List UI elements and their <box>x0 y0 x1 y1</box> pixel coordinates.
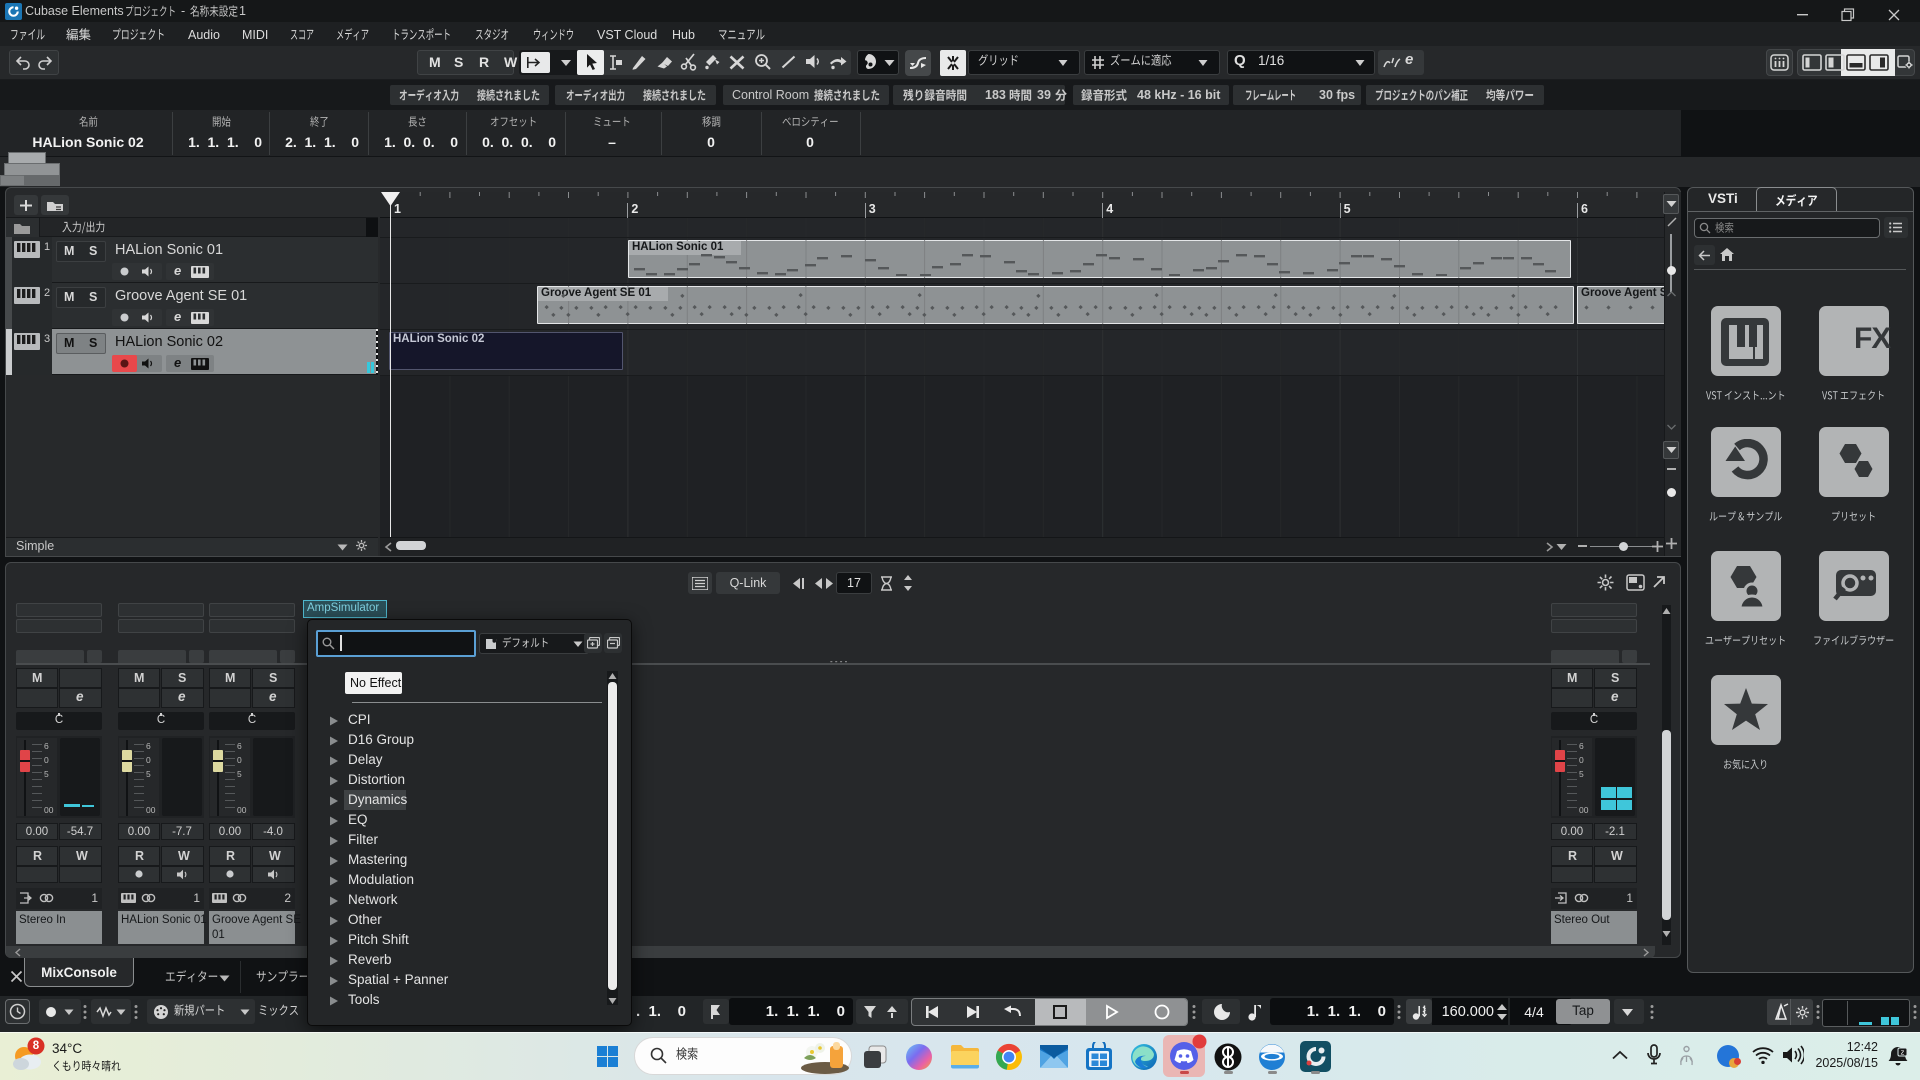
svg-text:z: z <box>1901 1048 1905 1057</box>
